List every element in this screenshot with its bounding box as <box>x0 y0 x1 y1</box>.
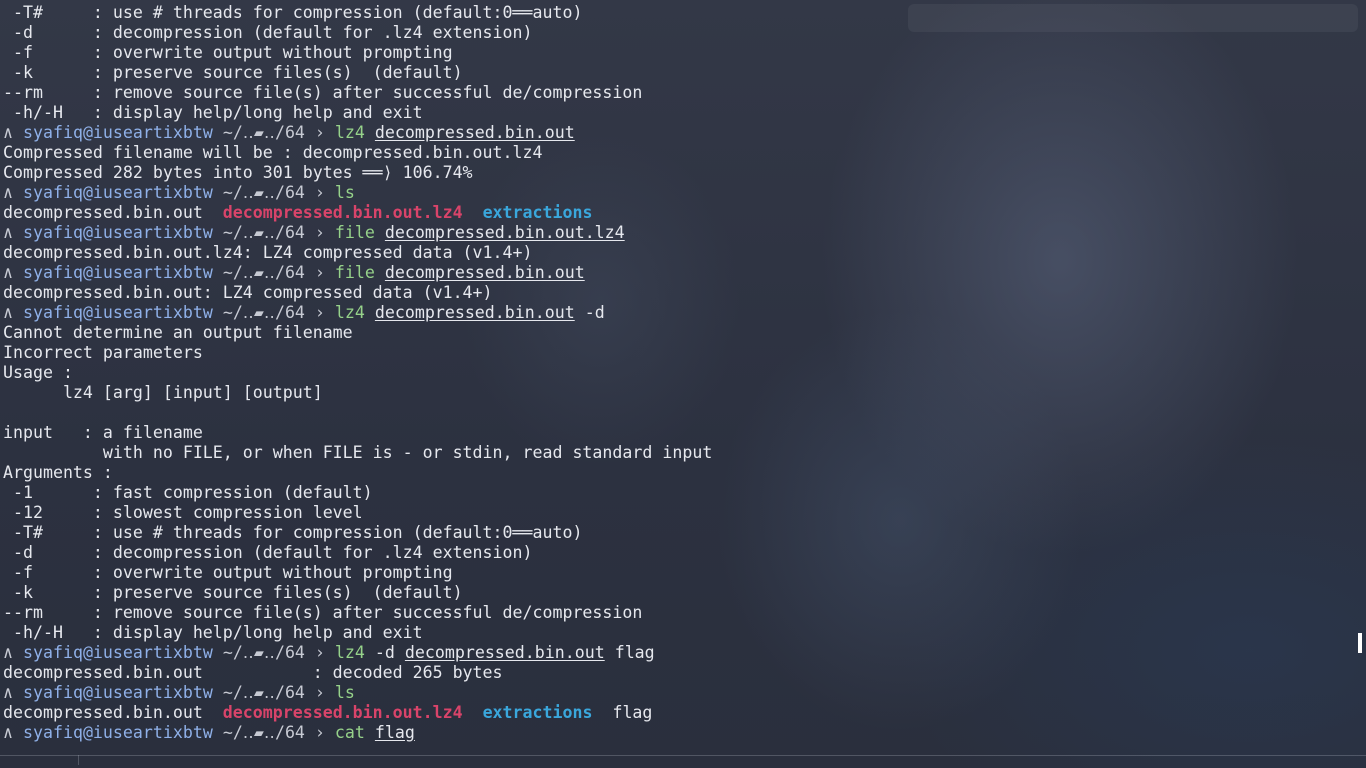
output-line: -f : overwrite output without prompting <box>3 43 453 62</box>
prompt-arrow-icon: ∧ <box>3 643 13 662</box>
command-argument-output: flag <box>614 643 655 662</box>
prompt-arrow-icon: ∧ <box>3 723 13 742</box>
prompt-line-current[interactable]: ∧ syafiq@iuseartixbtw ~/‥▰‥/64 › cat fla… <box>3 723 1366 743</box>
terminal-output[interactable]: -T# : use # threads for compression (def… <box>3 3 1366 743</box>
ls-directory: extractions <box>482 203 593 222</box>
prompt-path: ~/‥▰‥/64 <box>222 223 305 242</box>
ls-file: decompressed.bin.out <box>3 203 203 222</box>
command-argument[interactable]: decompressed.bin.out.lz4 <box>385 223 625 242</box>
command-name: ls <box>334 683 355 702</box>
prompt-line: ∧ syafiq@iuseartixbtw ~/‥▰‥/64 › file de… <box>3 263 1366 283</box>
command-flag: -d <box>584 303 605 322</box>
output-line: -1 : fast compression (default) <box>3 483 373 502</box>
output-line: with no FILE, or when FILE is - or stdin… <box>3 443 713 462</box>
prompt-path: ~/‥▰‥/64 <box>222 723 305 742</box>
output-line: input : a filename <box>3 423 203 442</box>
ls-output: decompressed.bin.out decompressed.bin.ou… <box>3 203 1366 223</box>
command-name: cat <box>334 723 365 742</box>
output-line: -h/-H : display help/long help and exit <box>3 103 423 122</box>
prompt-user-host: syafiq@iuseartixbtw <box>23 123 213 142</box>
command-name: lz4 <box>334 643 365 662</box>
prompt-separator: › <box>314 643 325 662</box>
output-line: -d : decompression (default for .lz4 ext… <box>3 23 533 42</box>
output-line: decompressed.bin.out: LZ4 compressed dat… <box>3 283 493 302</box>
command-name: lz4 <box>334 303 365 322</box>
bottom-divider <box>0 755 1366 756</box>
prompt-line: ∧ syafiq@iuseartixbtw ~/‥▰‥/64 › lz4 dec… <box>3 303 1366 323</box>
prompt-separator: › <box>314 223 325 242</box>
prompt-arrow-icon: ∧ <box>3 263 13 282</box>
command-argument[interactable]: decompressed.bin.out <box>385 263 585 282</box>
output-line: --rm : remove source file(s) after succe… <box>3 83 643 102</box>
command-argument[interactable]: flag <box>375 723 415 742</box>
bottom-divider-tick <box>78 755 79 765</box>
output-line: Arguments : <box>3 463 113 482</box>
output-line: -k : preserve source files(s) (default) <box>3 583 463 602</box>
prompt-arrow-icon: ∧ <box>3 123 13 142</box>
prompt-path: ~/‥▰‥/64 <box>222 183 305 202</box>
prompt-arrow-icon: ∧ <box>3 683 13 702</box>
output-line: decompressed.bin.out : decoded 265 bytes <box>3 663 503 682</box>
output-line: -T# : use # threads for compression (def… <box>3 523 583 542</box>
prompt-line: ∧ syafiq@iuseartixbtw ~/‥▰‥/64 › ls <box>3 183 1366 203</box>
prompt-user-host: syafiq@iuseartixbtw <box>23 303 213 322</box>
prompt-user-host: syafiq@iuseartixbtw <box>23 183 213 202</box>
command-argument[interactable]: decompressed.bin.out <box>375 303 575 322</box>
output-line: Incorrect parameters <box>3 343 203 362</box>
prompt-line: ∧ syafiq@iuseartixbtw ~/‥▰‥/64 › file de… <box>3 223 1366 243</box>
output-line: lz4 [arg] [input] [output] <box>3 383 323 402</box>
prompt-line: ∧ syafiq@iuseartixbtw ~/‥▰‥/64 › lz4 -d … <box>3 643 1366 663</box>
prompt-arrow-icon: ∧ <box>3 223 13 242</box>
output-line: --rm : remove source file(s) after succe… <box>3 603 643 622</box>
prompt-line: ∧ syafiq@iuseartixbtw ~/‥▰‥/64 › lz4 dec… <box>3 123 1366 143</box>
prompt-path: ~/‥▰‥/64 <box>222 303 305 322</box>
prompt-arrow-icon: ∧ <box>3 183 13 202</box>
prompt-user-host: syafiq@iuseartixbtw <box>23 723 213 742</box>
command-name: lz4 <box>334 123 365 142</box>
output-line: -h/-H : display help/long help and exit <box>3 623 423 642</box>
command-name: file <box>334 263 375 282</box>
command-name: file <box>334 223 375 242</box>
prompt-user-host: syafiq@iuseartixbtw <box>23 263 213 282</box>
ls-file-lz4: decompressed.bin.out.lz4 <box>222 203 463 222</box>
output-line: Usage : <box>3 363 73 382</box>
output-line: -f : overwrite output without prompting <box>3 563 453 582</box>
output-line: decompressed.bin.out.lz4: LZ4 compressed… <box>3 243 533 262</box>
command-flag: -d <box>374 643 395 662</box>
command-argument[interactable]: decompressed.bin.out <box>375 123 575 142</box>
command-name: ls <box>334 183 355 202</box>
command-argument[interactable]: decompressed.bin.out <box>405 643 605 662</box>
output-line: -12 : slowest compression level <box>3 503 363 522</box>
prompt-separator: › <box>314 263 325 282</box>
prompt-separator: › <box>314 723 325 742</box>
prompt-separator: › <box>314 303 325 322</box>
terminal-cursor <box>1358 633 1362 653</box>
prompt-path: ~/‥▰‥/64 <box>222 263 305 282</box>
prompt-line: ∧ syafiq@iuseartixbtw ~/‥▰‥/64 › ls <box>3 683 1366 703</box>
output-line: Compressed 282 bytes into 301 bytes ══⟩ … <box>3 163 473 182</box>
ls-file-flag: flag <box>612 703 653 722</box>
prompt-separator: › <box>314 123 325 142</box>
prompt-user-host: syafiq@iuseartixbtw <box>23 223 213 242</box>
ls-output: decompressed.bin.out decompressed.bin.ou… <box>3 703 1366 723</box>
output-line: Cannot determine an output filename <box>3 323 353 342</box>
prompt-arrow-icon: ∧ <box>3 303 13 322</box>
prompt-user-host: syafiq@iuseartixbtw <box>23 683 213 702</box>
prompt-path: ~/‥▰‥/64 <box>222 123 305 142</box>
output-line: -d : decompression (default for .lz4 ext… <box>3 543 533 562</box>
ls-directory: extractions <box>482 703 593 722</box>
prompt-separator: › <box>314 683 325 702</box>
prompt-path: ~/‥▰‥/64 <box>222 643 305 662</box>
output-line: -T# : use # threads for compression (def… <box>3 3 583 22</box>
ls-file: decompressed.bin.out <box>3 703 203 722</box>
output-line: Compressed filename will be : decompress… <box>3 143 543 162</box>
ls-file-lz4: decompressed.bin.out.lz4 <box>222 703 463 722</box>
prompt-user-host: syafiq@iuseartixbtw <box>23 643 213 662</box>
output-line: -k : preserve source files(s) (default) <box>3 63 463 82</box>
prompt-path: ~/‥▰‥/64 <box>222 683 305 702</box>
prompt-separator: › <box>314 183 325 202</box>
